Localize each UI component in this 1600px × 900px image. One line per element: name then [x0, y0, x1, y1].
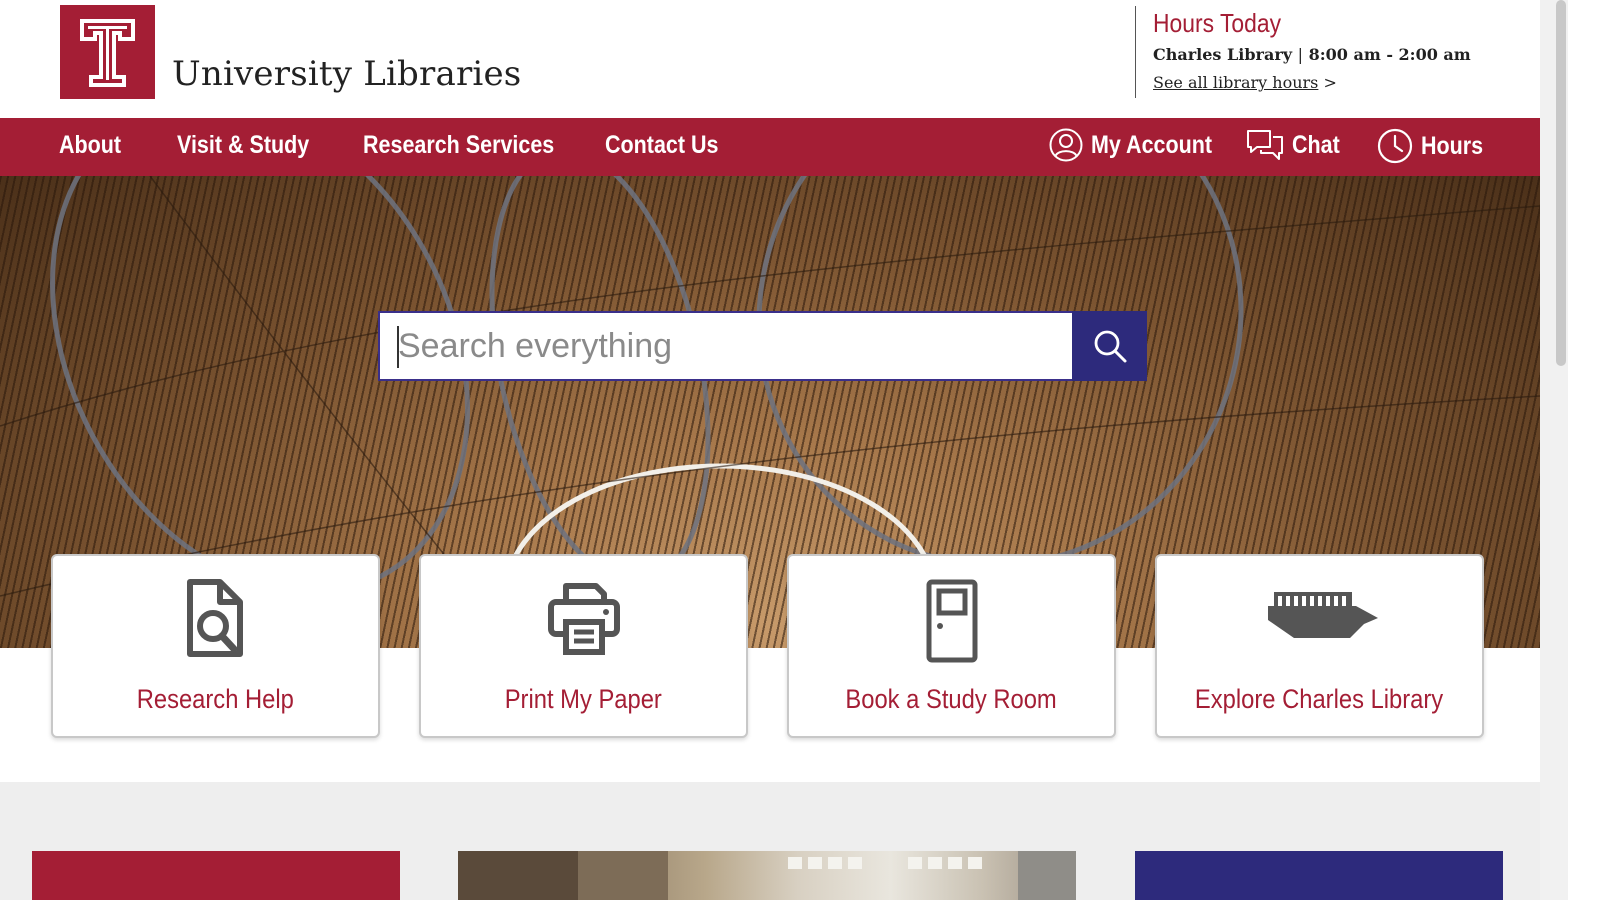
- library-building-icon: [1267, 592, 1378, 638]
- site-title[interactable]: University Libraries: [172, 54, 521, 94]
- quick-link-book-study-room[interactable]: Book a Study Room: [787, 554, 1116, 738]
- nav-item-about[interactable]: About: [59, 131, 121, 160]
- quick-link-explore-charles-library[interactable]: Explore Charles Library: [1155, 554, 1484, 738]
- hours-today-line: Charles Library | 8:00 am - 2:00 am: [1153, 45, 1471, 64]
- printer-icon: [547, 583, 620, 655]
- site-header: University Libraries Hours Today Charles…: [0, 0, 1540, 118]
- hours-link[interactable]: Hours: [1377, 128, 1493, 164]
- search-input[interactable]: [378, 311, 1073, 381]
- hours-location: Charles Library: [1153, 45, 1293, 64]
- quick-link-label: Research Help: [136, 684, 295, 714]
- door-icon: [926, 579, 977, 663]
- page-scrollbar-thumb[interactable]: [1556, 0, 1566, 366]
- quick-link-research-help[interactable]: Research Help: [51, 554, 380, 738]
- chat-bubbles-icon: [1247, 130, 1283, 160]
- quick-link-label: Explore Charles Library: [1195, 684, 1444, 714]
- search-icon: [1094, 330, 1126, 363]
- user-account-icon: [1049, 128, 1083, 162]
- quick-link-label: Book a Study Room: [845, 684, 1058, 714]
- featured-card-red[interactable]: [32, 851, 400, 900]
- main-nav: About Visit & Study Research Services Co…: [0, 118, 1540, 176]
- hours-time: 8:00 am - 2:00 am: [1308, 45, 1471, 64]
- document-search-icon: [186, 579, 243, 657]
- nav-item-contact-us[interactable]: Contact Us: [605, 131, 718, 160]
- featured-card-photo[interactable]: [458, 851, 1076, 900]
- hours-label: Hours: [1421, 131, 1484, 160]
- chat-label: Chat: [1292, 130, 1340, 159]
- link-arrow-icon: >: [1323, 73, 1337, 92]
- text-cursor: [397, 326, 399, 368]
- my-account-label: My Account: [1091, 130, 1213, 159]
- quick-link-label: Print My Paper: [504, 684, 663, 714]
- chat-link[interactable]: Chat: [1246, 128, 1348, 162]
- nav-item-visit-study[interactable]: Visit & Study: [177, 131, 309, 160]
- see-all-hours-link[interactable]: See all library hours: [1153, 73, 1318, 92]
- search-button[interactable]: [1072, 311, 1147, 381]
- quick-link-print-my-paper[interactable]: Print My Paper: [419, 554, 748, 738]
- search-bar: [378, 311, 1147, 381]
- nav-item-research-services[interactable]: Research Services: [363, 131, 554, 160]
- hours-today-title: Hours Today: [1153, 8, 1282, 38]
- my-account-link[interactable]: My Account: [1049, 128, 1232, 162]
- all-hours-link-row: See all library hours >: [1153, 73, 1471, 92]
- hours-today-panel: Hours Today Charles Library | 8:00 am - …: [1135, 6, 1471, 98]
- library-interior-photo: [458, 851, 1076, 900]
- featured-card-purple[interactable]: [1135, 851, 1503, 900]
- hours-separator: |: [1297, 45, 1304, 64]
- temple-logo[interactable]: [60, 5, 155, 99]
- clock-icon: [1377, 128, 1413, 164]
- temple-t-logo-icon: [60, 5, 155, 99]
- right-edge-padding: [1568, 0, 1600, 900]
